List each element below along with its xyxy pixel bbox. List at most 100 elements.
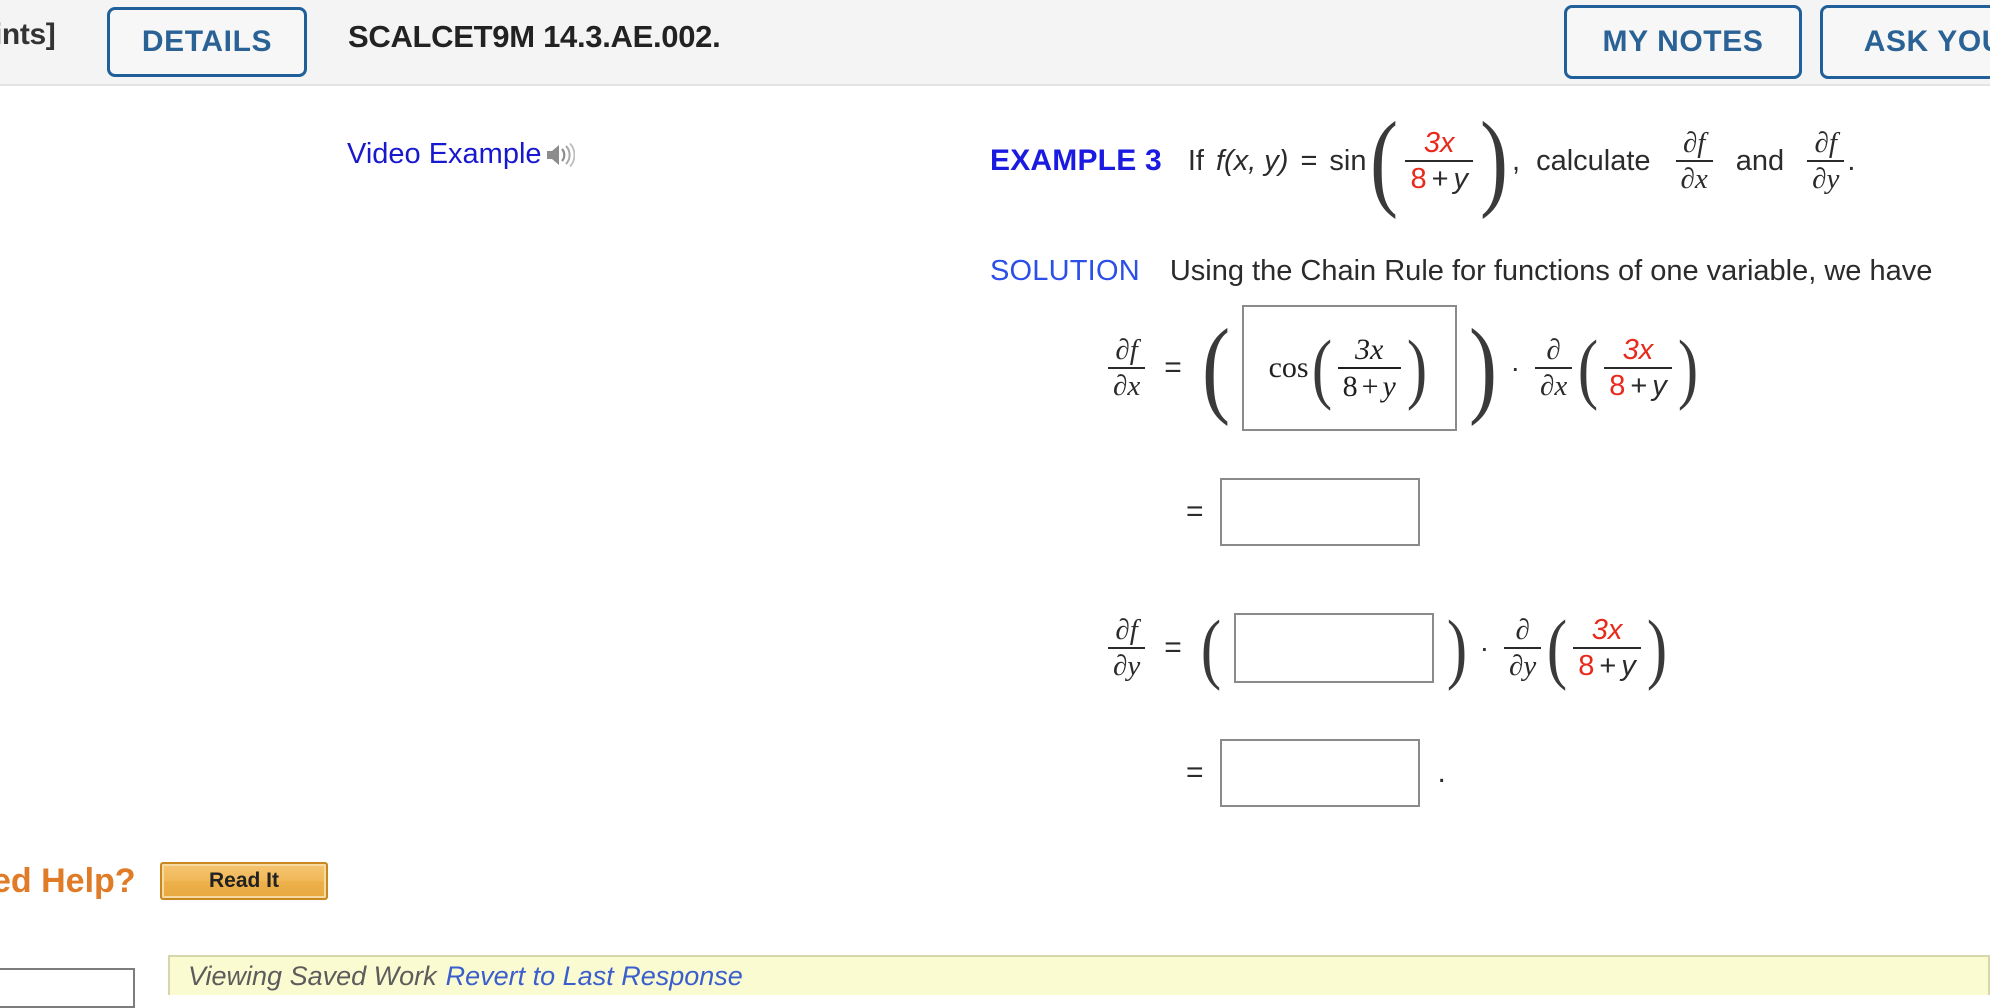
and-text: and: [1735, 144, 1785, 177]
need-help-label: ed Help?: [0, 862, 136, 900]
derivative-operator-dx: ∂ ∂x: [1535, 334, 1573, 402]
open-paren-icon: (: [1200, 604, 1221, 692]
fraction-bar: [1573, 647, 1641, 649]
solution-label: SOLUTION: [990, 255, 1140, 287]
inner-numerator: 3x: [1591, 613, 1623, 646]
fraction-bar: [1405, 160, 1474, 163]
cos-label: cos: [1268, 351, 1309, 384]
denominator-y: y: [1652, 370, 1667, 402]
equals-sign: =: [1186, 756, 1204, 789]
partial-f-numerator: ∂f: [1682, 127, 1706, 160]
solution-line: SOLUTION Using the Chain Rule for functi…: [990, 255, 1932, 288]
video-example-link[interactable]: Video Example: [347, 138, 575, 171]
deriv-numerator: ∂: [1515, 613, 1530, 646]
close-paren-icon: ): [1646, 604, 1667, 692]
lhs-numerator: ∂f: [1115, 333, 1138, 366]
denominator-8: 8: [1609, 370, 1626, 402]
read-it-button[interactable]: Read It: [160, 862, 328, 900]
calculate-text: calculate: [1536, 144, 1651, 177]
equals-sign: =: [1164, 351, 1182, 384]
answer-input-4-empty[interactable]: [1219, 739, 1420, 807]
fraction-bar: [1504, 647, 1542, 649]
partial-f-partial-y: ∂f ∂y: [1807, 127, 1845, 196]
fraction-denominator: 8 + y: [1405, 163, 1473, 196]
open-paren-icon: (: [1578, 324, 1599, 412]
bottom-left-panel: [0, 968, 135, 1008]
video-example-label: Video Example: [347, 138, 542, 170]
partial-x-denominator: ∂x: [1680, 163, 1708, 196]
speaker-icon: [545, 142, 575, 168]
denominator-y: y: [1621, 650, 1636, 682]
close-paren-icon: ): [1479, 101, 1509, 220]
lhs-denominator: ∂y: [1113, 650, 1141, 682]
derivative-operator-dy: ∂ ∂y: [1504, 613, 1542, 682]
filled-answer-expression: cos ( 3x 8 + y ): [1268, 324, 1430, 412]
denominator-8: 8: [1342, 370, 1358, 403]
equals-sign: =: [1186, 495, 1204, 528]
fraction-bar: [1807, 160, 1845, 163]
answer-denominator: 8 + y: [1338, 371, 1401, 403]
partial-f-partial-x: ∂f ∂x: [1675, 127, 1713, 196]
denominator-y: y: [1382, 370, 1396, 403]
multiplication-dot: ·: [1479, 632, 1490, 663]
open-paren-icon: (: [1370, 101, 1399, 220]
lhs-denominator: ∂x: [1113, 370, 1141, 402]
open-paren-icon: (: [1547, 604, 1568, 692]
points-label: ints]: [0, 18, 56, 51]
example-label: EXAMPLE 3: [990, 144, 1162, 178]
inner-denominator: 8 + y: [1573, 650, 1641, 682]
fraction-bar: [1604, 367, 1672, 369]
answer-input-1-filled[interactable]: cos ( 3x 8 + y ): [1241, 305, 1457, 431]
denominator-8: 8: [1578, 650, 1595, 682]
sin-label: sin: [1329, 144, 1367, 177]
equals-sign: =: [1164, 631, 1182, 664]
comma: ,: [1512, 144, 1521, 177]
answer-fraction: 3x 8 + y: [1337, 333, 1401, 403]
fraction-bar: [1108, 647, 1146, 649]
equals-sign: =: [1300, 144, 1318, 177]
viewing-saved-work-bar: Viewing Saved Work Revert to Last Respon…: [168, 955, 1990, 995]
equation-row-df-dx: ∂f ∂x = ( cos ( 3x 8 + y ) ) · ∂ ∂x (3x…: [1105, 305, 1701, 431]
lhs-partial-f-partial-y: ∂f ∂y: [1108, 613, 1146, 682]
equation-row-df-dy: ∂f ∂y = ( ) · ∂ ∂y ( 3x 8 + y ): [1105, 604, 1670, 692]
fraction-3x-over-8-plus-y: 3x 8 + y: [1405, 127, 1474, 196]
fraction-bar: [1108, 367, 1146, 369]
fraction-bar: [1337, 367, 1401, 369]
equation-row-df-dy-result: = .: [1170, 739, 1446, 807]
inner-fraction: 3x 8 + y: [1604, 333, 1672, 402]
inner-numerator: 3x: [1622, 333, 1654, 366]
denominator-plus: +: [1599, 650, 1617, 682]
period: .: [1437, 756, 1446, 789]
inner-denominator: 8 + y: [1604, 370, 1672, 402]
saved-work-text: Viewing Saved Work: [188, 960, 437, 991]
close-paren-icon: ): [1468, 307, 1497, 427]
deriv-denominator: ∂y: [1509, 650, 1537, 682]
answer-input-3-empty[interactable]: [1233, 613, 1434, 683]
close-paren-icon: ): [1677, 324, 1698, 412]
fraction-bar: [1675, 160, 1713, 163]
period: .: [1847, 144, 1856, 177]
problem-id-label: SCALCET9M 14.3.AE.002.: [348, 19, 721, 54]
lhs-numerator: ∂f: [1115, 613, 1138, 646]
open-paren-icon: (: [1311, 324, 1332, 412]
denominator-plus: +: [1361, 370, 1379, 403]
ask-your-teacher-button[interactable]: ASK YOUR: [1820, 5, 1990, 79]
lhs-partial-f-partial-x: ∂f ∂x: [1108, 333, 1146, 402]
close-paren-icon: ): [1446, 604, 1467, 692]
deriv-denominator: ∂x: [1540, 370, 1568, 402]
revert-to-last-response-link[interactable]: Revert to Last Response: [446, 961, 743, 992]
close-paren-icon: ): [1406, 324, 1427, 412]
inner-fraction: 3x 8 + y: [1573, 613, 1641, 682]
partial-y-denominator: ∂y: [1812, 163, 1840, 196]
my-notes-button[interactable]: MY NOTES: [1564, 5, 1802, 79]
details-button[interactable]: DETAILS: [107, 7, 307, 77]
fraction-numerator: 3x: [1423, 127, 1455, 160]
denominator-y: y: [1453, 163, 1469, 196]
multiplication-dot: ·: [1510, 352, 1520, 383]
answer-input-2-empty[interactable]: [1219, 478, 1420, 546]
if-text: If: [1187, 144, 1204, 177]
denominator-8: 8: [1410, 163, 1427, 196]
fraction-bar: [1535, 367, 1573, 369]
example-statement: EXAMPLE 3 If f(x, y) = sin ( 3x 8 + y ) …: [990, 101, 1980, 220]
partial-f-numerator: ∂f: [1814, 127, 1837, 160]
